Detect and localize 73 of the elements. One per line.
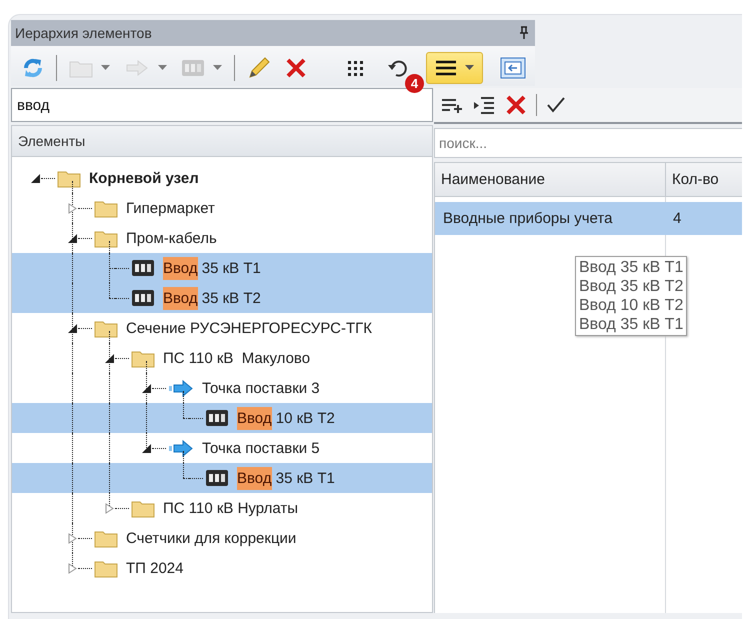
indent-icon [473, 96, 495, 114]
table-cell-text: Вводные приборы учета [442, 210, 614, 227]
meter-icon [181, 58, 205, 76]
collapse-arrow[interactable] [66, 232, 78, 244]
delete-icon [285, 56, 307, 78]
tree-row[interactable]: ТП 2024 [12, 553, 432, 583]
tooltip-line: Ввод 35 кВ Т1 [579, 258, 684, 277]
search-field[interactable]: поиск... [434, 128, 742, 158]
tree-item-label: Ввод 35 кВ Т1 [163, 260, 261, 276]
meter-icon [131, 259, 155, 277]
arrow-icon [124, 58, 150, 78]
tree-row[interactable]: Счетчики для коррекции [12, 523, 432, 553]
tree-item-label: Ввод 35 кВ Т2 [163, 290, 261, 306]
tree-row[interactable]: ПС 110 кВ Макулово [12, 343, 432, 373]
tree-item-label: Корневой узел [89, 170, 199, 186]
arrow-icon [168, 378, 194, 398]
tree-row[interactable]: Ввод 10 кВ Т2 [12, 403, 432, 433]
caret-icon [101, 64, 110, 70]
tree-item-label: Точка поставки 5 [202, 440, 320, 456]
menu-icon [435, 58, 457, 76]
tooltip-line: Ввод 35 кВ Т1 [579, 315, 684, 334]
pin-icon [519, 26, 529, 40]
tree-row[interactable]: Корневой узел [12, 163, 432, 193]
tree-item-label: Ввод 35 кВ Т1 [237, 470, 335, 486]
tree-item-label: Сечение РУСЭНЕРГОРЕСУРС-ТГК [126, 320, 372, 336]
column-header: Элементы [11, 125, 433, 157]
collapse-arrow[interactable] [140, 442, 152, 454]
panel-title: Иерархия элементов [15, 25, 152, 41]
refresh-icon [22, 56, 44, 78]
column-header[interactable]: Наименование [435, 163, 665, 196]
caret-icon [465, 64, 474, 70]
collapse-arrow[interactable] [140, 382, 152, 394]
tree-row[interactable]: Ввод 35 кВ Т1 [12, 253, 432, 283]
delete-icon [505, 94, 527, 116]
table-row[interactable]: Вводные приборы учета 4 [435, 202, 742, 235]
column-header[interactable]: Кол-во [665, 163, 719, 196]
tree-item-label: Пром-кабель [126, 230, 217, 246]
caret-icon [213, 64, 222, 70]
table-cell-text: 4 [672, 210, 682, 227]
tree-item-label: ПС 110 кВ Нурлаты [163, 500, 298, 516]
menu-button[interactable] [426, 52, 483, 84]
tooltip-line: Ввод 10 кВ Т2 [579, 296, 684, 315]
expand-arrow[interactable] [66, 532, 78, 544]
tree-item-label: Ввод 10 кВ Т2 [237, 410, 335, 426]
expand-arrow[interactable] [103, 502, 115, 514]
expand-arrow[interactable] [66, 202, 78, 214]
expand-arrow[interactable] [66, 562, 78, 574]
collapse-arrow[interactable] [66, 322, 78, 334]
add-row-icon [441, 96, 463, 114]
tree-row[interactable]: Гипермаркет [12, 193, 432, 223]
window-icon [500, 56, 526, 78]
search-field[interactable]: ввод [11, 88, 433, 122]
meter-icon [205, 469, 229, 487]
pencil-icon [247, 56, 271, 80]
meter-icon [205, 409, 229, 427]
tree-row[interactable]: Ввод 35 кВ Т1 [12, 463, 432, 493]
meter-icon [131, 289, 155, 307]
check-icon [546, 96, 566, 114]
tree-item-label: ПС 110 кВ Макулово [163, 350, 310, 366]
arrow-icon [168, 438, 194, 458]
collapse-arrow[interactable] [29, 172, 41, 184]
tree-row[interactable]: Ввод 35 кВ Т2 [12, 283, 432, 313]
tree-item-label: Гипермаркет [126, 200, 215, 216]
tree-item-label: ТП 2024 [126, 560, 184, 576]
tree-row[interactable]: Сечение РУСЭНЕРГОРЕСУРС-ТГК [12, 313, 432, 343]
pin-button[interactable] [519, 26, 529, 40]
collapse-arrow[interactable] [103, 352, 115, 364]
tooltip-line: Ввод 35 кВ Т2 [579, 277, 684, 296]
count-badge: 4 [405, 74, 424, 92]
tree-row[interactable]: ПС 110 кВ Нурлаты [12, 493, 432, 523]
tree-item-label: Счетчики для коррекции [126, 530, 296, 546]
caret-icon [158, 64, 167, 70]
tree-item-label: Точка поставки 3 [202, 380, 320, 396]
